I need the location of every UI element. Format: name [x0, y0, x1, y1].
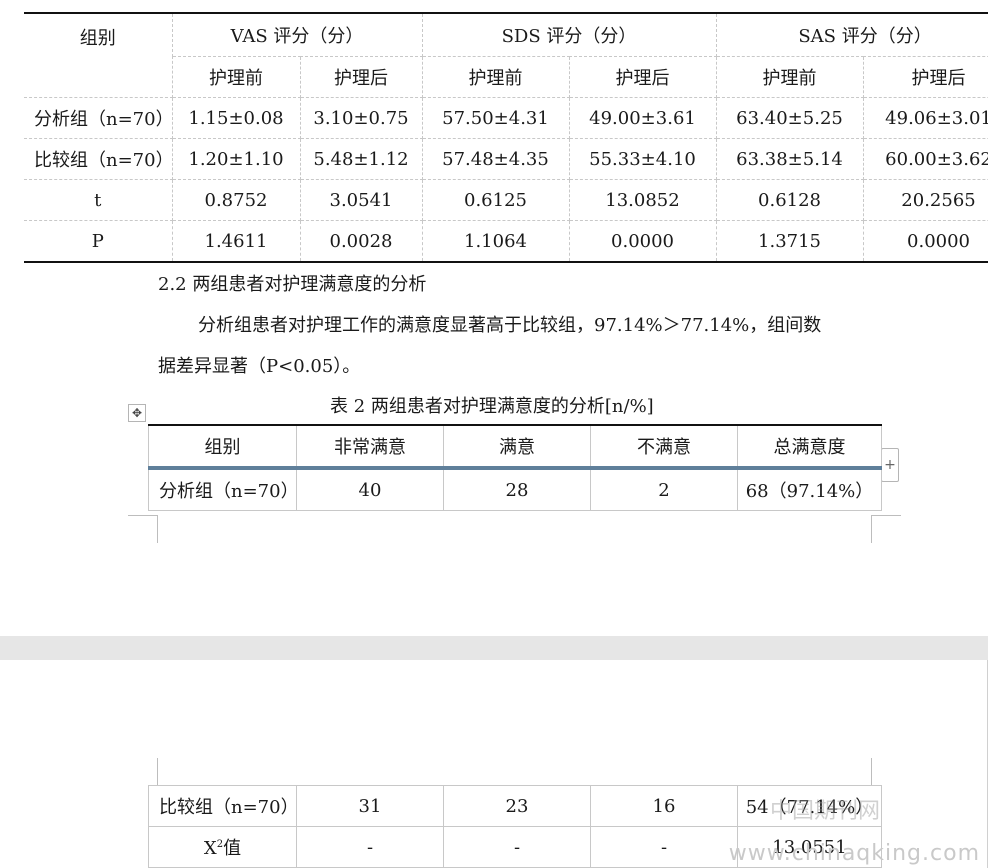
crop-mark: [157, 515, 158, 543]
table-cell: 16: [590, 785, 738, 827]
table-cell: -: [443, 826, 591, 868]
table-cell: 31: [296, 785, 444, 827]
table-cell: 0.6128: [716, 179, 864, 221]
table-caption: 表 2 两组患者对护理满意度的分析[n/%]: [330, 396, 654, 417]
table-cell: -: [590, 826, 738, 868]
crop-mark: [871, 758, 872, 786]
header-group: 组别: [148, 425, 297, 470]
table-cell: 20.2565: [863, 179, 988, 221]
crop-mark: [871, 515, 872, 543]
row-label: 分析组（n=70）: [148, 468, 297, 511]
move-handle-icon[interactable]: ✥: [128, 404, 146, 422]
table-row: t 0.8752 3.0541 0.6125 13.0852 0.6128 20…: [24, 179, 988, 221]
paragraph-line: 据差异显著（P<0.05）。: [158, 356, 361, 377]
table-cell: 49.06±3.01: [863, 97, 988, 139]
sub-header: 护理后: [569, 56, 717, 98]
watermark-cn: 中国期刊网: [770, 799, 881, 824]
table-cell: 55.33±4.10: [569, 138, 717, 180]
header-vas: VAS 评分（分）: [172, 13, 423, 57]
table-cell: 1.1064: [422, 220, 570, 262]
table-cell: 1.20±1.10: [172, 138, 301, 180]
row-label: t: [24, 179, 173, 221]
row-label: 分析组（n=70）: [24, 97, 173, 139]
sub-header: 护理后: [300, 56, 423, 98]
sub-header: 护理前: [716, 56, 864, 98]
chi-symbol: X: [203, 838, 217, 859]
table-cell: -: [296, 826, 444, 868]
table-cell: 57.50±4.31: [422, 97, 570, 139]
chi-suffix: 值: [223, 838, 242, 859]
row-label-chi-square: X2值: [148, 826, 297, 868]
table-row: 分析组（n=70） 40 28 2 68（97.14%）: [148, 468, 882, 511]
table-cell: 0.8752: [172, 179, 301, 221]
header-cell: 不满意: [590, 425, 738, 470]
sub-header: 护理后: [863, 56, 988, 98]
header-cell: 非常满意: [296, 425, 444, 470]
watermark-url: www.chinaqking.com: [728, 841, 980, 866]
table-cell: 3.0541: [300, 179, 423, 221]
table-cell: 0.6125: [422, 179, 570, 221]
table-cell: 13.0852: [569, 179, 717, 221]
table-cell: 49.00±3.61: [569, 97, 717, 139]
header-group: 组别: [24, 13, 173, 98]
add-column-icon[interactable]: +: [881, 448, 899, 482]
header-sas: SAS 评分（分）: [716, 13, 988, 57]
row-label: 比较组（n=70）: [24, 138, 173, 180]
table-cell: 0.0028: [300, 220, 423, 262]
table-row: 分析组（n=70） 1.15±0.08 3.10±0.75 57.50±4.31…: [24, 97, 988, 139]
paragraph-line: 分析组患者对护理工作的满意度显著高于比较组，97.14%＞77.14%，组间数: [198, 315, 822, 336]
header-sds: SDS 评分（分）: [422, 13, 717, 57]
sub-header: 护理前: [172, 56, 301, 98]
table-cell: 1.4611: [172, 220, 301, 262]
table-cell: 1.15±0.08: [172, 97, 301, 139]
table-cell: 23: [443, 785, 591, 827]
row-label: 比较组（n=70）: [148, 785, 297, 827]
table-cell: 0.0000: [569, 220, 717, 262]
section-heading: 2.2 两组患者对护理满意度的分析: [158, 274, 427, 295]
table-cell: 3.10±0.75: [300, 97, 423, 139]
table-cell: 63.40±5.25: [716, 97, 864, 139]
table-cell: 28: [443, 468, 591, 511]
crop-mark: [871, 515, 901, 516]
scores-table: 组别 VAS 评分（分） SDS 评分（分） SAS 评分（分） 护理前 护理后…: [24, 12, 988, 263]
table-cell: 5.48±1.12: [300, 138, 423, 180]
header-cell: 满意: [443, 425, 591, 470]
page-gap: [0, 636, 988, 660]
crop-mark: [128, 515, 158, 516]
crop-mark: [157, 758, 158, 786]
table-cell: 0.0000: [863, 220, 988, 262]
table-cell: 40: [296, 468, 444, 511]
table-row: 比较组（n=70） 1.20±1.10 5.48±1.12 57.48±4.35…: [24, 138, 988, 180]
table-cell: 68（97.14%）: [737, 468, 882, 511]
table-row: P 1.4611 0.0028 1.1064 0.0000 1.3715 0.0…: [24, 220, 988, 262]
table-cell: 57.48±4.35: [422, 138, 570, 180]
table-cell: 63.38±5.14: [716, 138, 864, 180]
table-cell: 1.3715: [716, 220, 864, 262]
row-label: P: [24, 220, 173, 262]
sub-header: 护理前: [422, 56, 570, 98]
table-cell: 2: [590, 468, 738, 511]
table-cell: 60.00±3.62: [863, 138, 988, 180]
satisfaction-table: 组别 非常满意 满意 不满意 总满意度 分析组（n=70） 40 28 2 68…: [148, 424, 882, 511]
header-cell: 总满意度: [737, 425, 882, 470]
